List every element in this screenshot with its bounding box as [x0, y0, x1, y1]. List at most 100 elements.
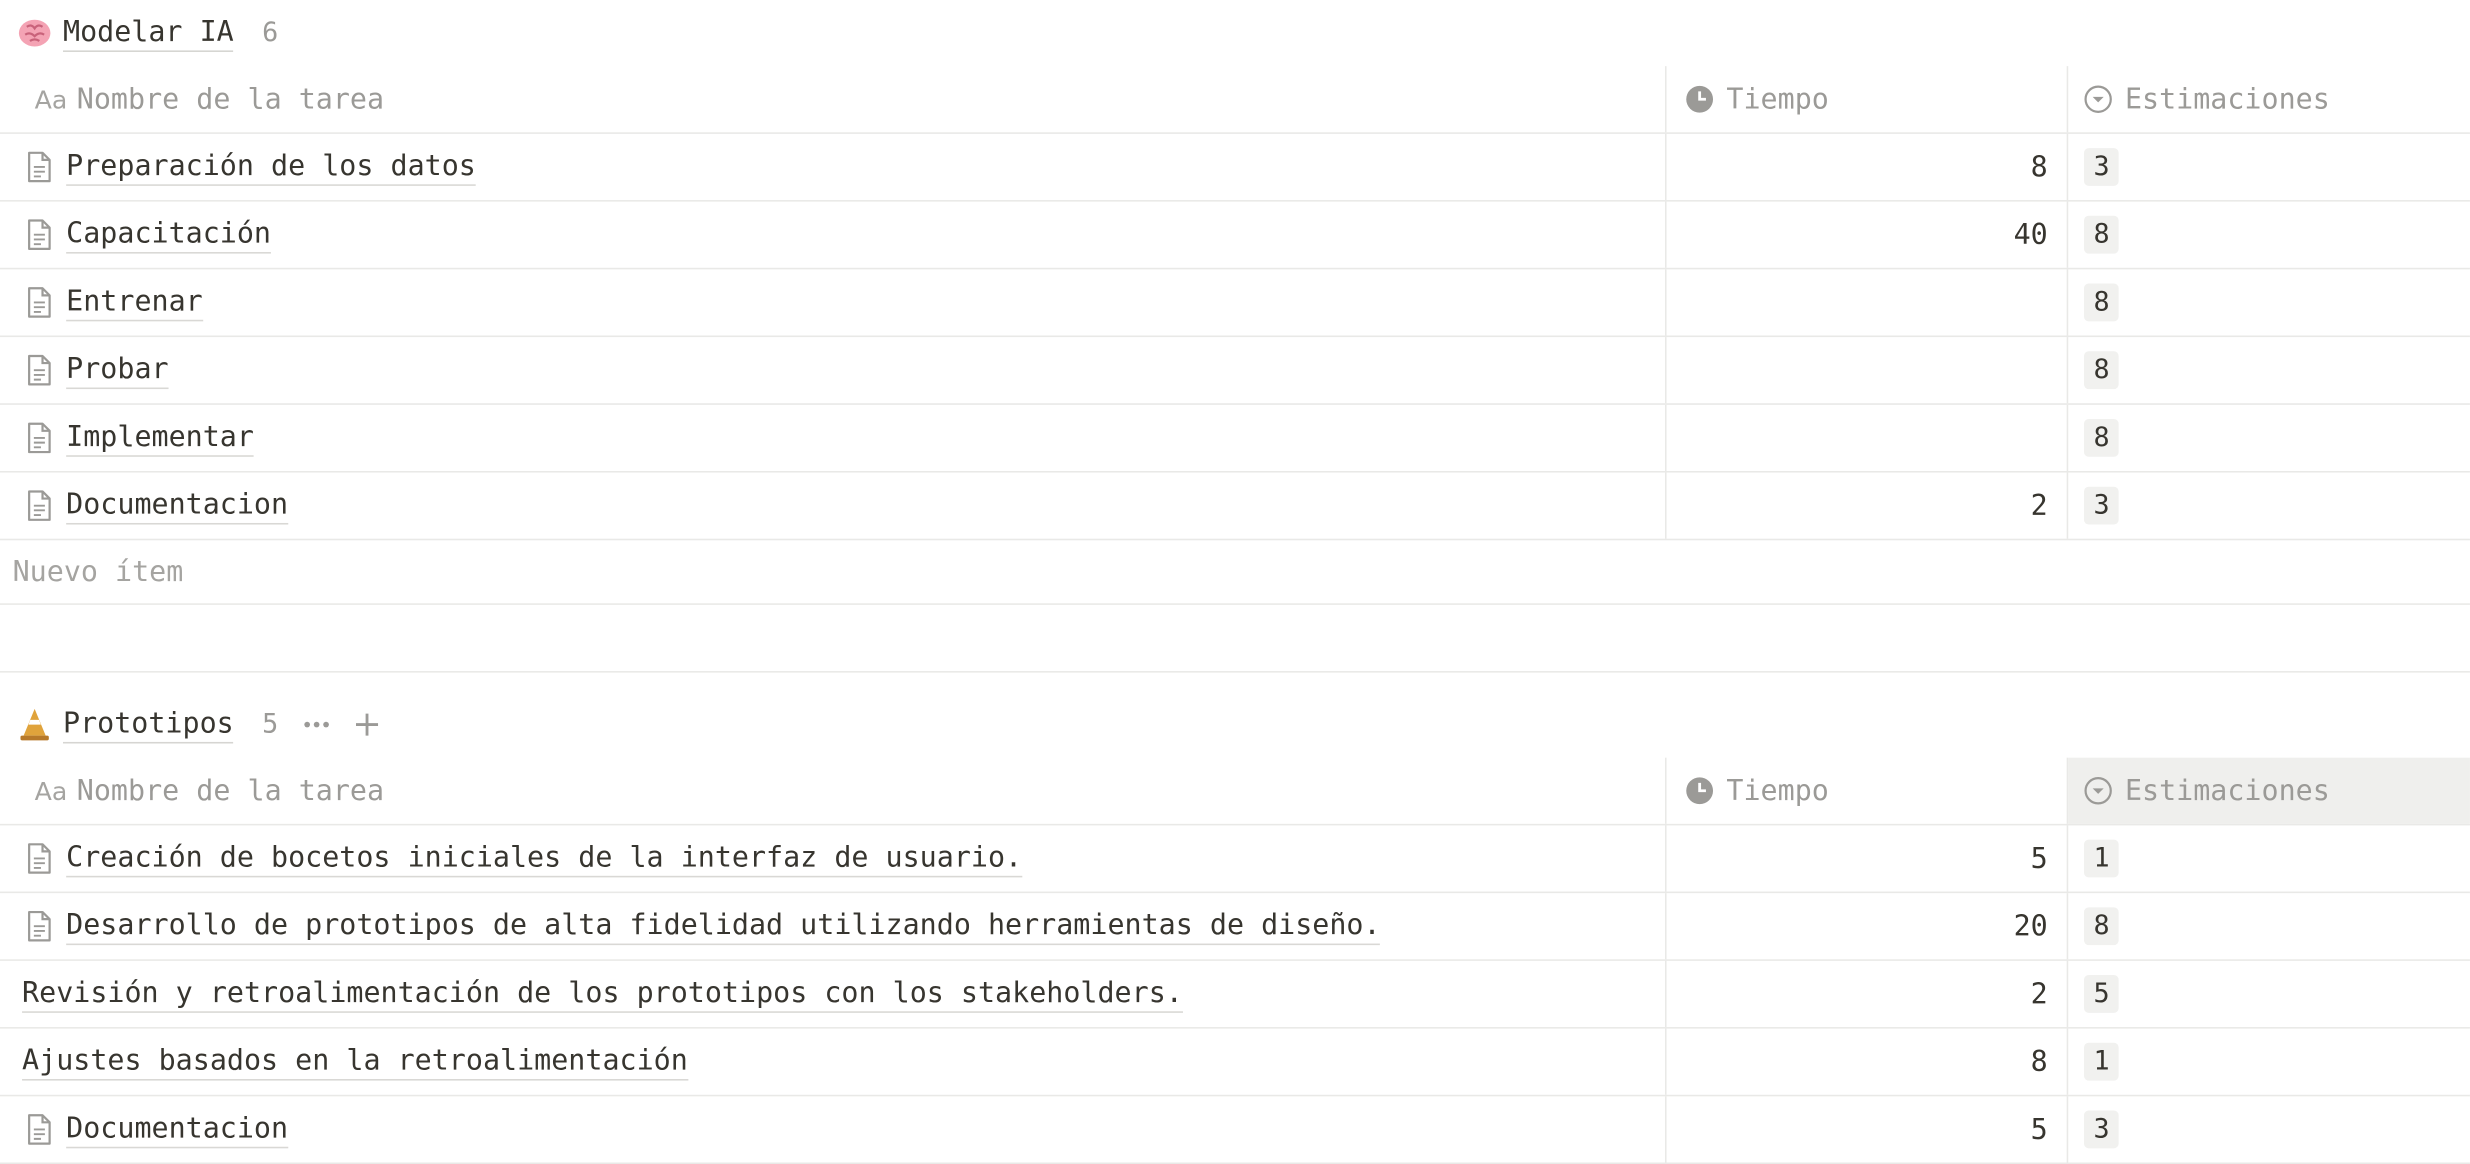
table-row[interactable]: Probar 8	[0, 337, 2470, 405]
more-options-icon[interactable]	[300, 709, 332, 741]
task-name-cell[interactable]: Revisión y retroalimentación de los prot…	[0, 960, 1667, 1028]
task-title[interactable]: Revisión y retroalimentación de los prot…	[22, 976, 1183, 1013]
task-name-cell[interactable]: Probar	[0, 337, 1667, 404]
task-title[interactable]: Ajustes basados en la retroalimentación	[22, 1044, 688, 1080]
estimate-badge: 1	[2083, 1042, 2120, 1081]
estimate-badge: 8	[2083, 419, 2120, 457]
brain-icon	[16, 14, 54, 52]
estimate-cell[interactable]: 8	[2068, 269, 2470, 335]
column-header-label: Tiempo	[1726, 82, 1829, 116]
column-header-time[interactable]: Tiempo	[1667, 66, 2069, 133]
task-title[interactable]: Desarrollo de prototipos de alta fidelid…	[66, 908, 1381, 945]
table-row[interactable]: Desarrollo de prototipos de alta fidelid…	[0, 893, 2470, 961]
select-chevron-circle-icon	[2084, 777, 2112, 805]
group-count: 6	[262, 17, 279, 49]
time-value: 40	[2013, 218, 2048, 252]
time-cell[interactable]: 40	[1667, 201, 2069, 268]
time-cell[interactable]	[1667, 337, 2069, 404]
time-cell[interactable]: 2	[1667, 960, 2069, 1028]
task-name-cell[interactable]: Ajustes basados en la retroalimentación	[0, 1028, 1667, 1095]
task-title[interactable]: Implementar	[66, 420, 254, 457]
group-title[interactable]: Prototipos	[63, 706, 234, 743]
time-cell[interactable]: 5	[1667, 1096, 2069, 1163]
task-name-cell[interactable]: Preparación de los datos	[0, 133, 1667, 201]
task-name-cell[interactable]: Entrenar	[0, 269, 1667, 336]
time-cell[interactable]: 8	[1667, 1028, 2069, 1095]
table-row[interactable]: Revisión y retroalimentación de los prot…	[0, 960, 2470, 1029]
time-cell[interactable]: 5	[1667, 825, 2069, 892]
task-title[interactable]: Documentacion	[66, 488, 289, 524]
column-header-label: Estimaciones	[2124, 774, 2330, 808]
group-divider	[0, 605, 2470, 673]
time-cell[interactable]	[1667, 404, 2069, 471]
task-title[interactable]: Preparación de los datos	[66, 149, 476, 186]
estimate-cell[interactable]: 3	[2068, 473, 2470, 539]
task-title[interactable]: Entrenar	[66, 284, 203, 321]
table-row[interactable]: Creación de bocetos iniciales de la inte…	[0, 825, 2470, 894]
table-prototipos: Aa Nombre de la tarea Tiempo Estimacione…	[0, 757, 2470, 1164]
estimate-cell[interactable]: 8	[2068, 202, 2470, 268]
estimate-cell[interactable]: 8	[2068, 893, 2470, 959]
clock-icon	[1685, 85, 1714, 113]
task-name-cell[interactable]: Capacitación	[0, 201, 1667, 268]
document-icon	[22, 907, 57, 945]
time-value: 8	[2030, 150, 2048, 184]
group-header-modelar-ia[interactable]: Modelar IA 6	[0, 0, 2470, 66]
table-row[interactable]: Documentacion 2 3	[0, 472, 2470, 541]
time-cell[interactable]: 2	[1667, 472, 2069, 539]
column-header-name[interactable]: Aa Nombre de la tarea	[0, 66, 1667, 133]
column-header-label: Tiempo	[1726, 774, 1829, 808]
document-icon	[22, 1111, 57, 1149]
table-header-row: Aa Nombre de la tarea Tiempo Estimacione…	[0, 757, 2470, 826]
estimate-cell[interactable]: 1	[2068, 825, 2470, 891]
estimate-cell[interactable]: 8	[2068, 405, 2470, 471]
group-count: 5	[262, 708, 279, 741]
group-title[interactable]: Modelar IA	[63, 15, 234, 52]
table-row[interactable]: Documentacion 5 3	[0, 1096, 2470, 1164]
estimate-cell[interactable]: 1	[2068, 1029, 2470, 1095]
time-cell[interactable]: 8	[1667, 133, 2069, 201]
add-icon[interactable]	[351, 709, 383, 741]
table-row[interactable]: Ajustes basados en la retroalimentación 8…	[0, 1028, 2470, 1097]
task-title[interactable]: Documentacion	[66, 1111, 289, 1148]
task-title[interactable]: Creación de bocetos iniciales de la inte…	[66, 840, 1023, 877]
estimate-cell[interactable]: 5	[2068, 961, 2470, 1027]
estimate-badge: 1	[2083, 839, 2120, 878]
column-header-label: Nombre de la tarea	[76, 82, 385, 116]
estimate-badge: 3	[2083, 486, 2120, 525]
column-header-label: Nombre de la tarea	[76, 774, 385, 808]
estimate-badge: 8	[2083, 351, 2120, 390]
estimate-badge: 8	[2083, 907, 2120, 946]
column-header-estimate[interactable]: Estimaciones	[2068, 757, 2470, 824]
estimate-cell[interactable]: 3	[2068, 134, 2470, 200]
estimate-cell[interactable]: 8	[2068, 337, 2470, 403]
task-name-cell[interactable]: Documentacion	[0, 1096, 1667, 1163]
column-header-estimate[interactable]: Estimaciones	[2068, 66, 2470, 132]
document-icon	[22, 216, 57, 254]
select-chevron-circle-icon	[2084, 85, 2112, 113]
new-item-button[interactable]: Nuevo ítem	[0, 540, 2470, 605]
document-icon	[22, 419, 57, 457]
task-name-cell[interactable]: Desarrollo de prototipos de alta fidelid…	[0, 893, 1667, 960]
group-header-prototipos[interactable]: Prototipos 5	[0, 692, 2470, 758]
task-name-cell[interactable]: Creación de bocetos iniciales de la inte…	[0, 825, 1667, 892]
column-header-label: Estimaciones	[2124, 82, 2330, 116]
table-row[interactable]: Implementar 8	[0, 404, 2470, 473]
column-header-time[interactable]: Tiempo	[1667, 757, 2069, 824]
task-title[interactable]: Capacitación	[66, 217, 272, 253]
task-title[interactable]: Probar	[66, 352, 169, 389]
time-cell[interactable]: 20	[1667, 893, 2069, 960]
clock-icon	[1685, 777, 1714, 805]
task-name-cell[interactable]: Documentacion	[0, 472, 1667, 539]
table-row[interactable]: Capacitación 40 8	[0, 201, 2470, 270]
table-header-row: Aa Nombre de la tarea Tiempo Estimacione…	[0, 66, 2470, 134]
estimate-cell[interactable]: 3	[2068, 1096, 2470, 1162]
time-value: 5	[2030, 841, 2048, 876]
table-row[interactable]: Entrenar 8	[0, 269, 2470, 338]
document-icon	[22, 284, 57, 322]
table-row[interactable]: Preparación de los datos 8 3	[0, 133, 2470, 202]
time-cell[interactable]	[1667, 269, 2069, 336]
traffic-cone-icon	[16, 706, 54, 744]
column-header-name[interactable]: Aa Nombre de la tarea	[0, 757, 1667, 824]
task-name-cell[interactable]: Implementar	[0, 404, 1667, 471]
